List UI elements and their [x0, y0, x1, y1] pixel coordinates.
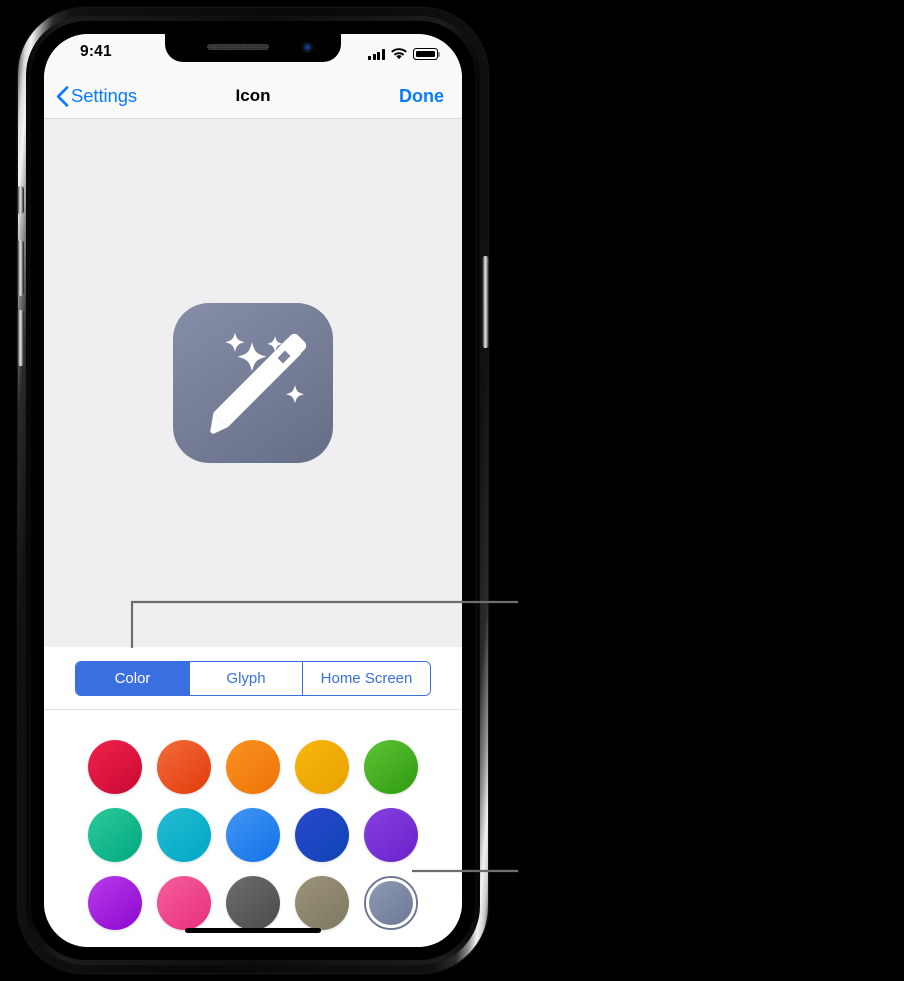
battery-full-icon	[413, 48, 441, 60]
navigation-bar: Settings Icon Done	[44, 74, 462, 119]
device-notch	[165, 34, 341, 62]
front-camera-icon	[302, 42, 313, 53]
status-bar-time: 9:41	[80, 43, 112, 60]
swatch-row	[44, 876, 462, 930]
magic-wand-sparkles-icon	[173, 303, 333, 463]
selected-color-swatch[interactable]	[364, 876, 418, 930]
mute-switch-button[interactable]	[17, 186, 24, 214]
color-swatch-green[interactable]	[364, 740, 418, 794]
power-button[interactable]	[482, 256, 489, 348]
color-swatch-pink[interactable]	[157, 876, 211, 930]
swatch-row	[44, 740, 462, 794]
color-swatch-dark-gray[interactable]	[226, 876, 280, 930]
segment-home-screen[interactable]: Home Screen	[302, 662, 430, 695]
color-swatch-grid	[44, 710, 462, 947]
iphone-device-frame: 9:41 Settings Icon Done Color Glyph Home…	[17, 8, 489, 973]
swatch-fill	[369, 881, 413, 925]
segmented-control[interactable]: Color Glyph Home Screen	[75, 661, 431, 696]
speaker-grille-icon	[207, 44, 269, 50]
color-swatch-light-blue[interactable]	[226, 808, 280, 862]
color-swatch-amber[interactable]	[295, 740, 349, 794]
status-bar-icons	[368, 46, 441, 60]
color-swatch-khaki[interactable]	[295, 876, 349, 930]
done-button[interactable]: Done	[399, 74, 444, 118]
segmented-control-row: Color Glyph Home Screen	[44, 647, 462, 710]
color-swatch-magenta[interactable]	[88, 876, 142, 930]
swatch-row	[44, 808, 462, 862]
volume-down-button[interactable]	[17, 310, 24, 366]
icon-preview-area	[44, 119, 462, 647]
cellular-bars-icon	[368, 49, 385, 60]
wifi-icon	[391, 48, 407, 60]
color-swatch-cyan[interactable]	[157, 808, 211, 862]
phone-screen: 9:41 Settings Icon Done Color Glyph Home…	[44, 34, 462, 947]
segment-glyph[interactable]: Glyph	[189, 662, 302, 695]
volume-up-button[interactable]	[17, 240, 24, 296]
home-indicator[interactable]	[185, 928, 321, 933]
color-swatch-orange[interactable]	[226, 740, 280, 794]
segment-color[interactable]: Color	[76, 662, 189, 695]
color-swatch-teal-green[interactable]	[88, 808, 142, 862]
color-swatch-red-orange[interactable]	[157, 740, 211, 794]
color-swatch-crimson[interactable]	[88, 740, 142, 794]
color-swatch-deep-blue[interactable]	[295, 808, 349, 862]
color-swatch-purple[interactable]	[364, 808, 418, 862]
